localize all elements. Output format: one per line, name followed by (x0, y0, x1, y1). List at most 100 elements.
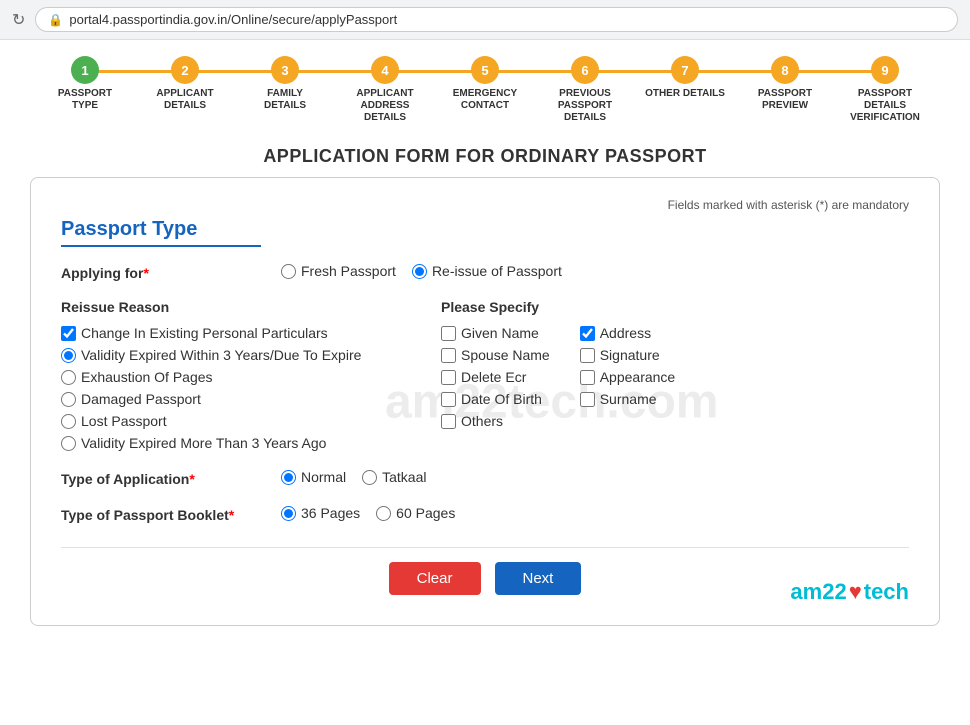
step-circle-3[interactable]: 3 (271, 56, 299, 84)
step-label-2: APPLICANT DETAILS (145, 88, 225, 112)
step-label-8: PASSPORT PREVIEW (745, 88, 825, 112)
specify-label-appearance: Appearance (600, 369, 676, 385)
clear-button[interactable]: Clear (389, 562, 481, 595)
reissue-passport-radio[interactable] (412, 264, 427, 279)
specify-checkbox-appearance[interactable] (580, 370, 595, 385)
specify-date-of-birth[interactable]: Date Of Birth (441, 391, 550, 407)
applying-for-row: Applying for* Fresh Passport Re-issue of… (61, 263, 909, 281)
reissue-option-validity-more[interactable]: Validity Expired More Than 3 Years Ago (61, 435, 441, 451)
step-circle-1[interactable]: 1 (71, 56, 99, 84)
step-label-9: PASSPORT DETAILS VERIFICATION (845, 88, 925, 124)
step-circle-9[interactable]: 9 (871, 56, 899, 84)
specify-checkbox-signature[interactable] (580, 348, 595, 363)
tatkaal-label: Tatkaal (382, 469, 426, 485)
reissue-reason-list: Change In Existing Personal Particulars … (61, 325, 441, 451)
specify-columns: Given Name Spouse Name Delete Ecr (441, 325, 909, 429)
reissue-radio-validity-more[interactable] (61, 436, 76, 451)
36-pages-option[interactable]: 36 Pages (281, 505, 360, 521)
reissue-radio-exhaustion[interactable] (61, 370, 76, 385)
type-of-booklet-label: Type of Passport Booklet* (61, 505, 261, 523)
normal-label: Normal (301, 469, 346, 485)
step-label-5: EMERGENCY CONTACT (445, 88, 525, 112)
step-1: 1 PASSPORT TYPE (35, 56, 135, 112)
reissue-radio-damaged[interactable] (61, 392, 76, 407)
step-circle-4[interactable]: 4 (371, 56, 399, 84)
60-pages-option[interactable]: 60 Pages (376, 505, 455, 521)
step-label-3: FAMILY DETAILS (245, 88, 325, 112)
step-label-4: APPLICANT ADDRESS DETAILS (345, 88, 425, 124)
step-circle-7[interactable]: 7 (671, 56, 699, 84)
60-pages-radio[interactable] (376, 506, 391, 521)
specify-label-delete-ecr: Delete Ecr (461, 369, 526, 385)
reissue-reason-section: Reissue Reason Change In Existing Person… (61, 299, 441, 451)
normal-option[interactable]: Normal (281, 469, 346, 485)
applying-for-options: Fresh Passport Re-issue of Passport (281, 263, 562, 279)
reissue-label-validity-more: Validity Expired More Than 3 Years Ago (81, 435, 326, 451)
action-buttons: Clear Next (61, 547, 909, 595)
applying-for-label: Applying for* (61, 263, 261, 281)
type-of-booklet-row: Type of Passport Booklet* 36 Pages 60 Pa… (61, 505, 909, 523)
specify-label-signature: Signature (600, 347, 660, 363)
reissue-passport-option[interactable]: Re-issue of Passport (412, 263, 562, 279)
step-3: 3 FAMILY DETAILS (235, 56, 335, 112)
step-circle-6[interactable]: 6 (571, 56, 599, 84)
specify-label-date-of-birth: Date Of Birth (461, 391, 542, 407)
step-label-7: OTHER DETAILS (645, 88, 725, 100)
step-5: 5 EMERGENCY CONTACT (435, 56, 535, 112)
step-circle-2[interactable]: 2 (171, 56, 199, 84)
specify-label-address: Address (600, 325, 651, 341)
normal-radio[interactable] (281, 470, 296, 485)
browser-bar: ↻ 🔒 portal4.passportindia.gov.in/Online/… (0, 0, 970, 40)
reissue-label-validity3: Validity Expired Within 3 Years/Due To E… (81, 347, 361, 363)
specify-checkbox-address[interactable] (580, 326, 595, 341)
step-label-6: PREVIOUS PASSPORT DETAILS (545, 88, 625, 124)
step-circle-5[interactable]: 5 (471, 56, 499, 84)
reissue-option-validity3[interactable]: Validity Expired Within 3 Years/Due To E… (61, 347, 441, 363)
reissue-passport-label: Re-issue of Passport (432, 263, 562, 279)
reissue-option-change[interactable]: Change In Existing Personal Particulars (61, 325, 441, 341)
tatkaal-option[interactable]: Tatkaal (362, 469, 426, 485)
fresh-passport-radio[interactable] (281, 264, 296, 279)
60-pages-label: 60 Pages (396, 505, 455, 521)
specify-checkbox-spouse-name[interactable] (441, 348, 456, 363)
specify-given-name[interactable]: Given Name (441, 325, 550, 341)
specify-delete-ecr[interactable]: Delete Ecr (441, 369, 550, 385)
tatkaal-radio[interactable] (362, 470, 377, 485)
specify-spouse-name[interactable]: Spouse Name (441, 347, 550, 363)
step-circle-8[interactable]: 8 (771, 56, 799, 84)
reissue-option-damaged[interactable]: Damaged Passport (61, 391, 441, 407)
specify-checkbox-date-of-birth[interactable] (441, 392, 456, 407)
next-button[interactable]: Next (495, 562, 582, 595)
specify-checkbox-surname[interactable] (580, 392, 595, 407)
refresh-icon[interactable]: ↻ (12, 10, 25, 30)
reissue-label-damaged: Damaged Passport (81, 391, 201, 407)
specify-others[interactable]: Others (441, 413, 550, 429)
specify-checkbox-given-name[interactable] (441, 326, 456, 341)
reissue-option-lost[interactable]: Lost Passport (61, 413, 441, 429)
step-4: 4 APPLICANT ADDRESS DETAILS (335, 56, 435, 124)
specify-label-spouse-name: Spouse Name (461, 347, 550, 363)
specify-appearance[interactable]: Appearance (580, 369, 676, 385)
36-pages-radio[interactable] (281, 506, 296, 521)
lock-icon: 🔒 (48, 13, 63, 27)
fresh-passport-option[interactable]: Fresh Passport (281, 263, 396, 279)
reissue-radio-validity3[interactable] (61, 348, 76, 363)
reissue-reason-title: Reissue Reason (61, 299, 441, 315)
section-divider (61, 245, 261, 247)
reissue-radio-lost[interactable] (61, 414, 76, 429)
reissue-option-exhaustion[interactable]: Exhaustion Of Pages (61, 369, 441, 385)
specify-checkbox-delete-ecr[interactable] (441, 370, 456, 385)
specify-signature[interactable]: Signature (580, 347, 676, 363)
specify-address[interactable]: Address (580, 325, 676, 341)
specify-surname[interactable]: Surname (580, 391, 676, 407)
please-specify-title: Please Specify (441, 299, 909, 315)
specify-col2: Address Signature Appearance (580, 325, 676, 429)
step-label-1: PASSPORT TYPE (45, 88, 125, 112)
url-text: portal4.passportindia.gov.in/Online/secu… (69, 12, 397, 27)
step-9: 9 PASSPORT DETAILS VERIFICATION (835, 56, 935, 124)
reissue-label-lost: Lost Passport (81, 413, 167, 429)
specify-checkbox-others[interactable] (441, 414, 456, 429)
page-content: 1 PASSPORT TYPE 2 APPLICANT DETAILS 3 FAMILY … (0, 40, 970, 725)
specify-col1: Given Name Spouse Name Delete Ecr (441, 325, 550, 429)
reissue-checkbox-change[interactable] (61, 326, 76, 341)
